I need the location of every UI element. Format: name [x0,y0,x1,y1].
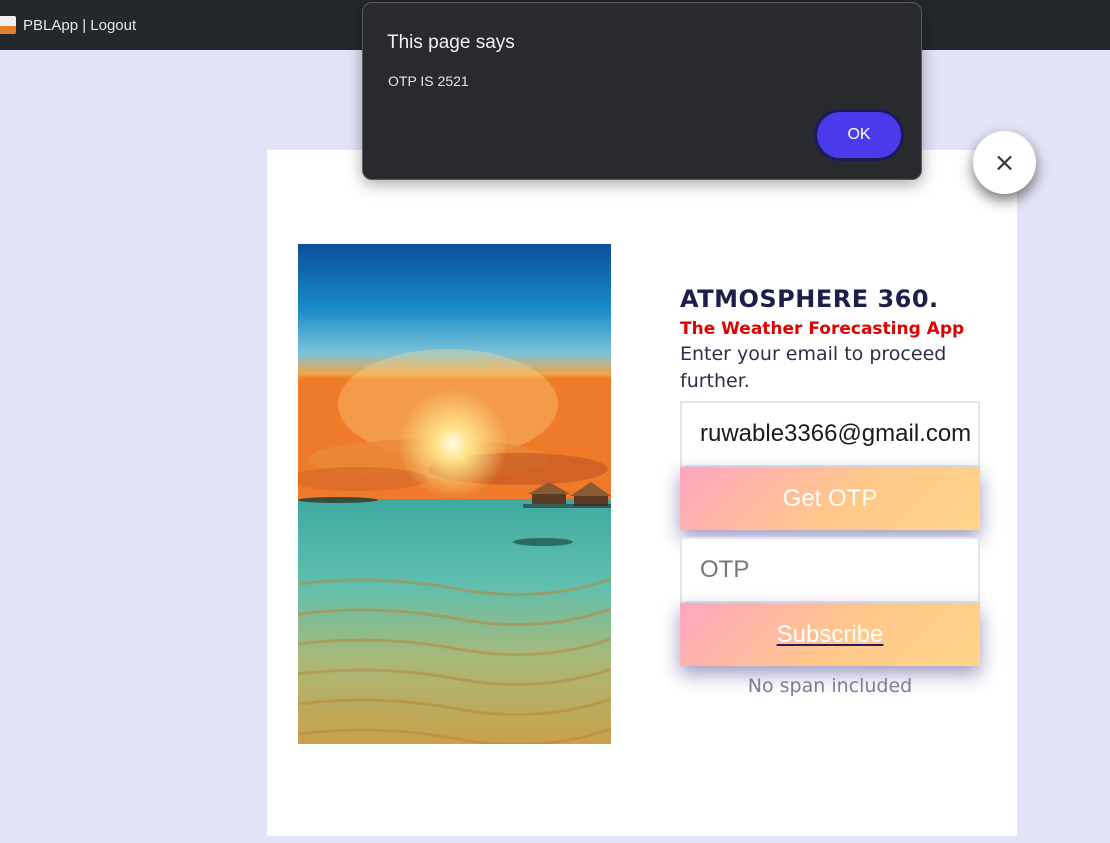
ok-label: OK [847,126,871,143]
subscribe-form: ATMOSPHERE 360. The Weather Forecasting … [680,285,980,697]
otp-placeholder: OTP [700,556,750,583]
dialog-title: This page says [387,32,515,53]
alert-dialog: This page says OTP IS 2521 OK [362,2,922,180]
brand-title: ATMOSPHERE 360. [680,285,939,313]
footer-note: No span included [747,675,913,697]
app-tagline: The Weather Forecasting App [680,319,965,339]
email-value: ruwable3366@gmail.com [700,420,972,447]
otp-field[interactable]: OTP [680,537,980,603]
ok-button[interactable]: OK [817,112,901,158]
get-otp-label: Get OTP [782,484,878,512]
get-otp-button[interactable]: Get OTP [680,467,980,530]
subscribe-button[interactable]: Subscribe [680,603,980,666]
app-favicon-icon [0,16,16,34]
login-card: ATMOSPHERE 360. The Weather Forecasting … [267,150,1017,836]
close-icon: × [993,147,1016,178]
beach-sunset-image [298,244,611,744]
email-instructions: Enter your email to proceed further. [680,343,947,392]
tab-title[interactable]: PBLApp | Logout [23,17,136,34]
subscribe-label: Subscribe [776,620,884,648]
email-field[interactable]: ruwable3366@gmail.com [680,401,980,467]
dialog-message: OTP IS 2521 [388,73,469,89]
close-button[interactable]: × [973,131,1036,194]
